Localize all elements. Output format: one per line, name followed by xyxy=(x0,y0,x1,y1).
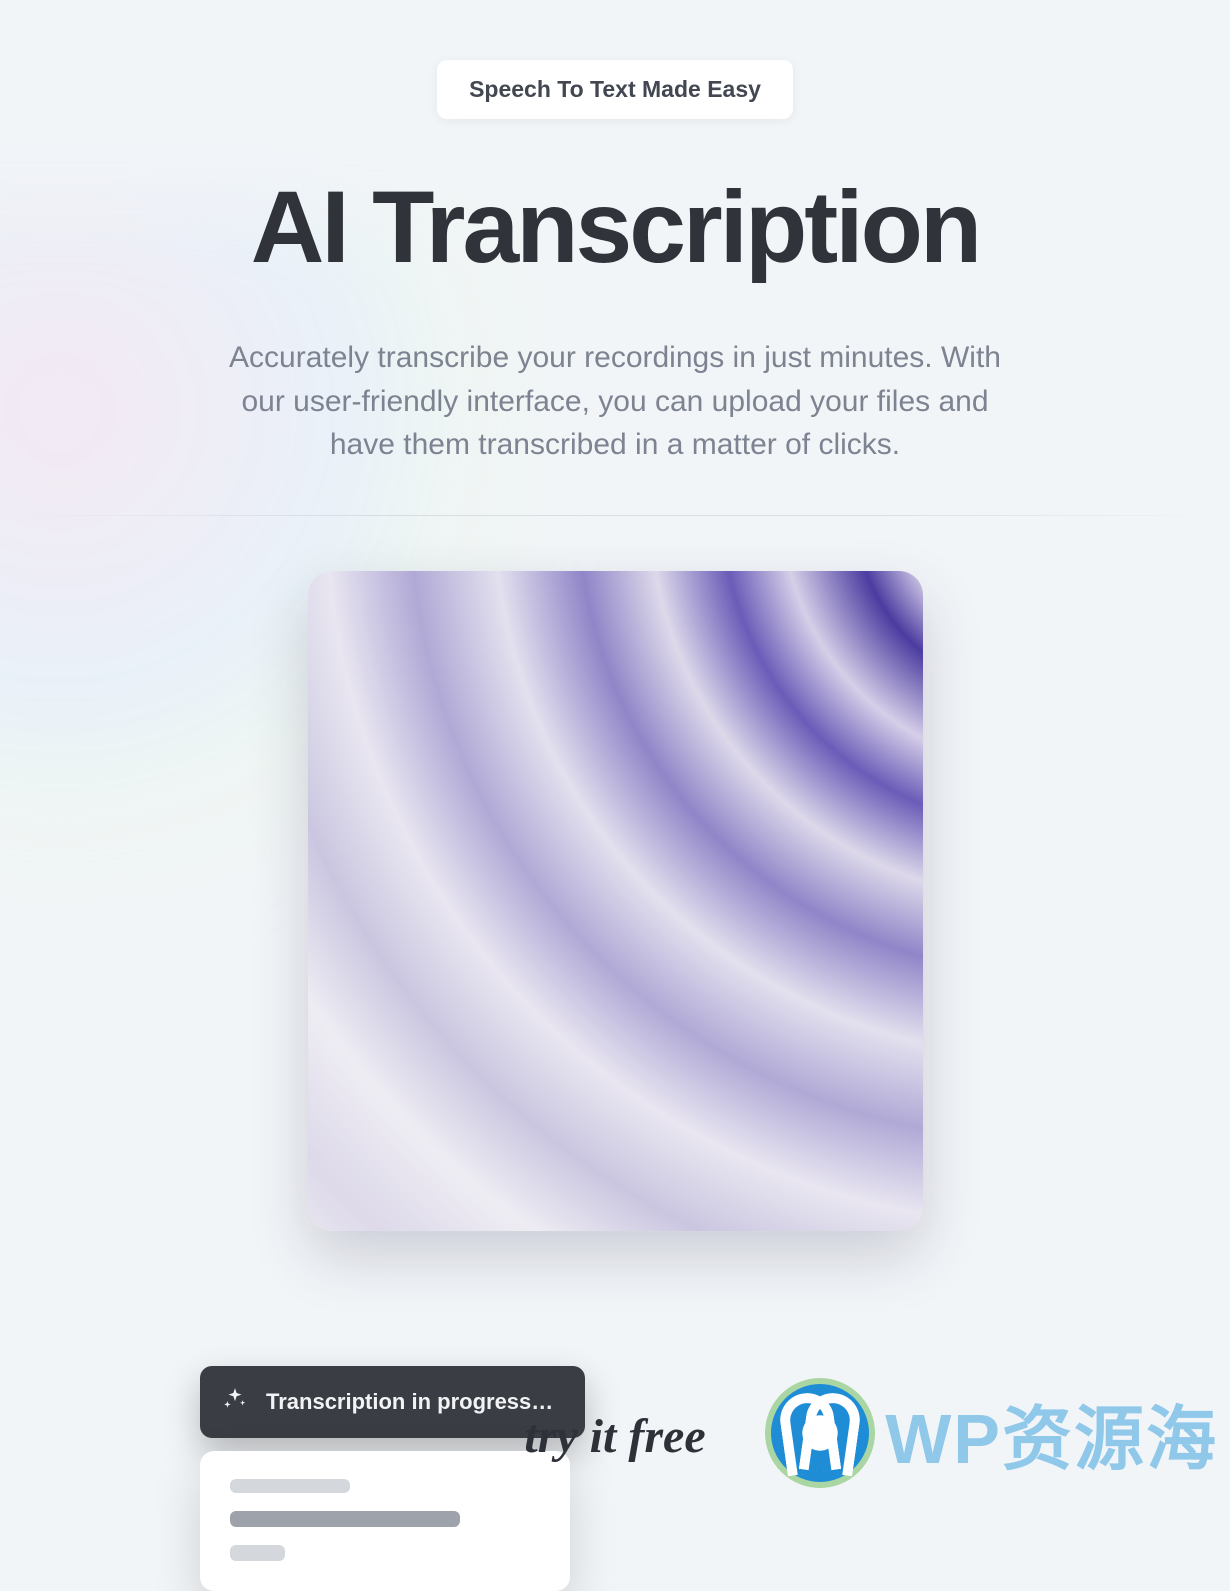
page-title: AI Transcription xyxy=(251,169,979,286)
section-divider xyxy=(0,515,1230,516)
page-subtitle: Accurately transcribe your recordings in… xyxy=(225,336,1005,467)
abstract-art-card xyxy=(308,571,923,1231)
wordpress-logo-icon xyxy=(765,1378,875,1488)
transcript-skeleton-card xyxy=(200,1451,570,1591)
site-watermark: WP资源海 xyxy=(765,1378,1218,1488)
skeleton-line xyxy=(230,1545,285,1561)
demo-section: Transcription in progress… xyxy=(0,571,1230,1231)
hero-section: Speech To Text Made Easy AI Transcriptio… xyxy=(0,0,1230,467)
watermark-text: WP资源海 xyxy=(885,1383,1218,1484)
skeleton-line xyxy=(230,1479,350,1493)
skeleton-line xyxy=(230,1511,460,1527)
hero-badge: Speech To Text Made Easy xyxy=(437,60,793,119)
